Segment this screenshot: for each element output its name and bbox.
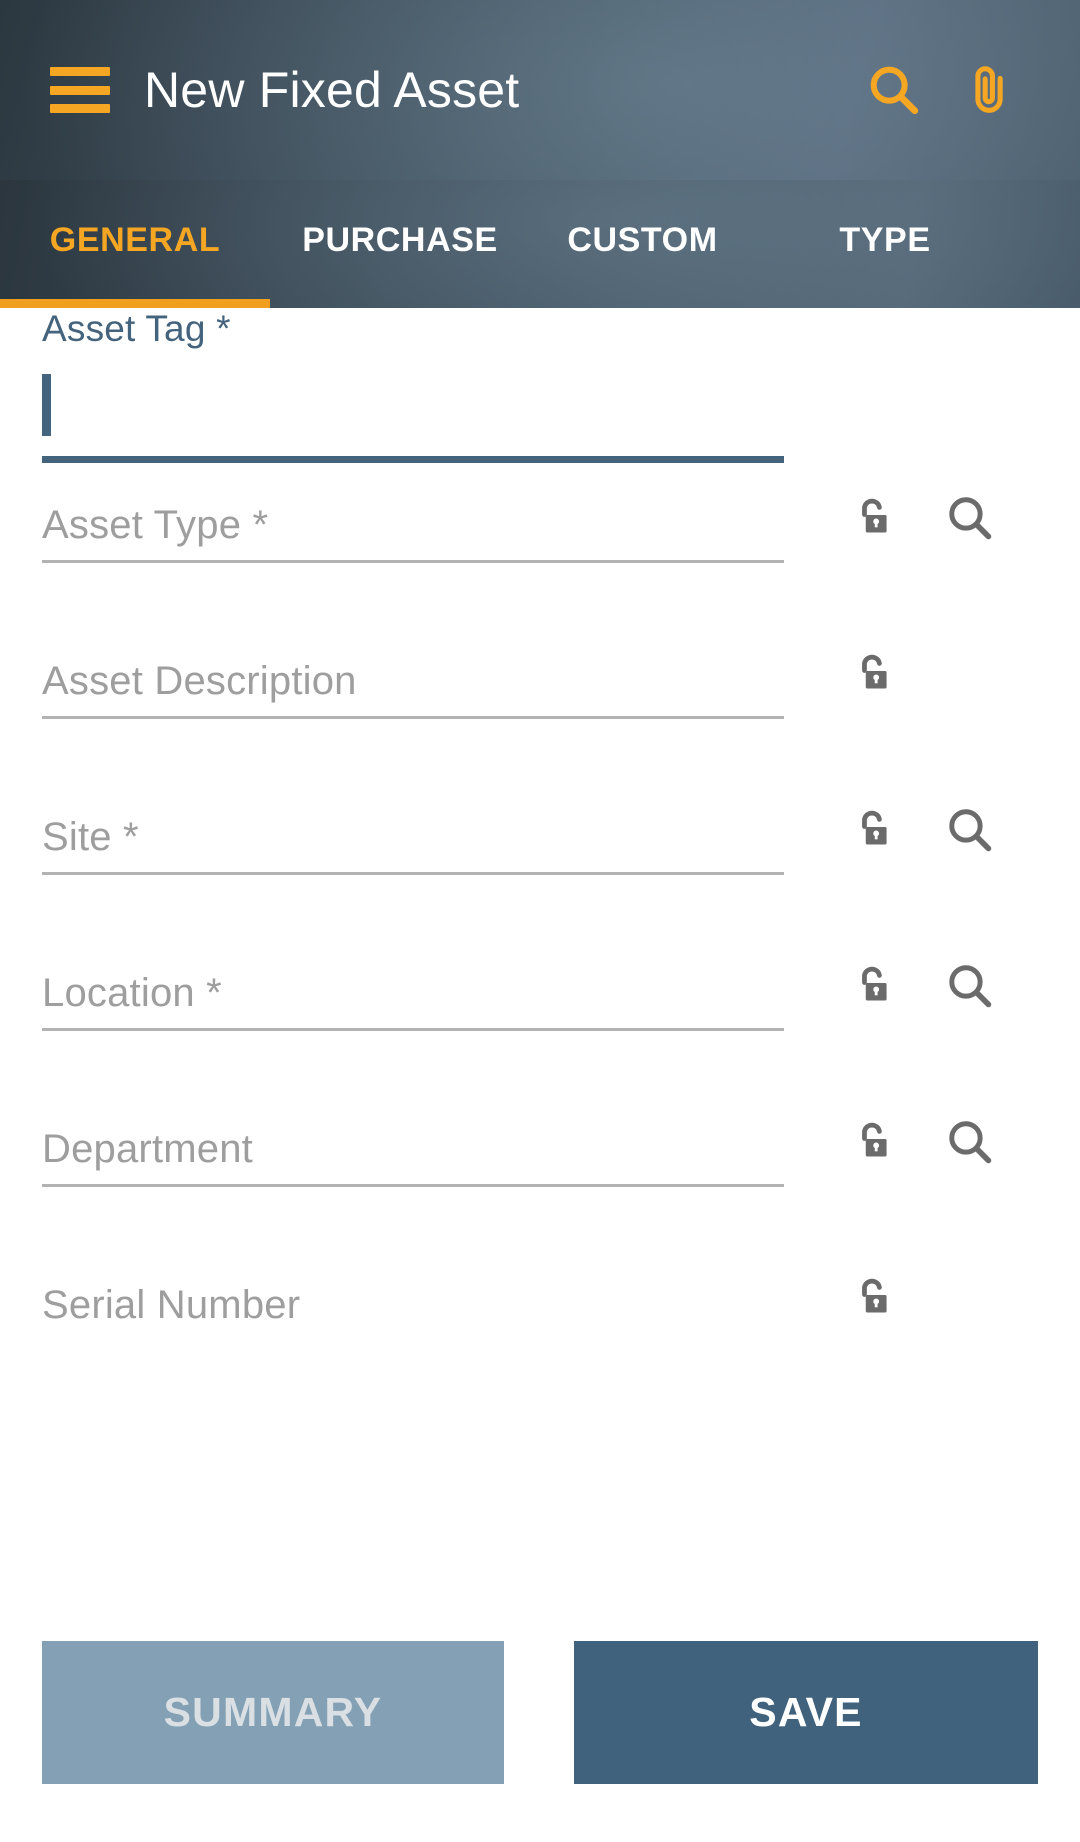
field-label: Asset Tag * xyxy=(42,308,231,349)
row-actions xyxy=(838,794,1006,866)
field-underline xyxy=(42,1028,784,1031)
active-tab-indicator xyxy=(0,299,270,308)
unlock-icon[interactable] xyxy=(838,638,910,710)
hamburger-bar xyxy=(50,85,110,95)
asset-type-input[interactable]: Asset Type * xyxy=(42,486,784,563)
row-actions xyxy=(838,482,1006,554)
asset-tag-input[interactable] xyxy=(42,370,784,463)
location-input[interactable]: Location * xyxy=(42,954,784,1031)
field-placeholder: Location * xyxy=(42,971,222,1015)
field-underline xyxy=(42,1184,784,1187)
field-placeholder: Site * xyxy=(42,815,139,859)
unlock-icon[interactable] xyxy=(838,1106,910,1178)
search-icon[interactable] xyxy=(934,1106,1006,1178)
app-root: New Fixed Asset GENERAL PURCHASE CUSTOM … xyxy=(0,0,1080,1842)
search-icon[interactable] xyxy=(934,482,1006,554)
app-bar: New Fixed Asset xyxy=(0,0,1080,180)
site-input[interactable]: Site * xyxy=(42,798,784,875)
unlock-icon[interactable] xyxy=(838,950,910,1022)
field-placeholder: Asset Description xyxy=(42,659,357,703)
search-icon[interactable] xyxy=(934,794,1006,866)
summary-button[interactable]: SUMMARY xyxy=(42,1641,504,1784)
row-actions xyxy=(838,638,910,710)
field-underline xyxy=(42,560,784,563)
search-icon[interactable] xyxy=(846,42,942,138)
unlock-icon[interactable] xyxy=(838,482,910,554)
paperclip-icon[interactable] xyxy=(942,42,1038,138)
search-icon[interactable] xyxy=(934,950,1006,1022)
tab-purchase[interactable]: PURCHASE xyxy=(270,180,530,300)
row-actions xyxy=(838,950,1006,1022)
hamburger-bar xyxy=(50,104,110,113)
text-caret xyxy=(42,374,51,436)
field-underline xyxy=(42,872,784,875)
row-actions xyxy=(838,1106,1006,1178)
field-placeholder: Department xyxy=(42,1127,253,1171)
serial-number-input[interactable]: Serial Number xyxy=(42,1266,784,1340)
field-underline xyxy=(42,456,784,463)
tab-general[interactable]: GENERAL xyxy=(0,180,270,300)
hamburger-bar xyxy=(50,67,110,76)
unlock-icon[interactable] xyxy=(838,1262,910,1334)
department-input[interactable]: Department xyxy=(42,1110,784,1187)
page-title: New Fixed Asset xyxy=(144,62,520,118)
tab-bar: GENERAL PURCHASE CUSTOM TYPE xyxy=(0,180,1080,308)
unlock-icon[interactable] xyxy=(838,794,910,866)
field-placeholder: Serial Number xyxy=(42,1283,301,1327)
tab-custom[interactable]: CUSTOM xyxy=(530,180,755,300)
field-underline xyxy=(42,716,784,719)
save-button[interactable]: SAVE xyxy=(574,1641,1038,1784)
row-actions xyxy=(838,1262,910,1334)
tab-type[interactable]: TYPE xyxy=(755,180,1015,300)
form-general: Asset Tag * Asset Type * Asset Descripti… xyxy=(0,308,1080,1623)
app-bar-actions xyxy=(846,42,1038,138)
footer-action-bar: SUMMARY SAVE xyxy=(0,1623,1080,1842)
field-placeholder: Asset Type * xyxy=(42,503,269,547)
asset-description-input[interactable]: Asset Description xyxy=(42,642,784,719)
hamburger-menu-icon[interactable] xyxy=(50,67,110,113)
